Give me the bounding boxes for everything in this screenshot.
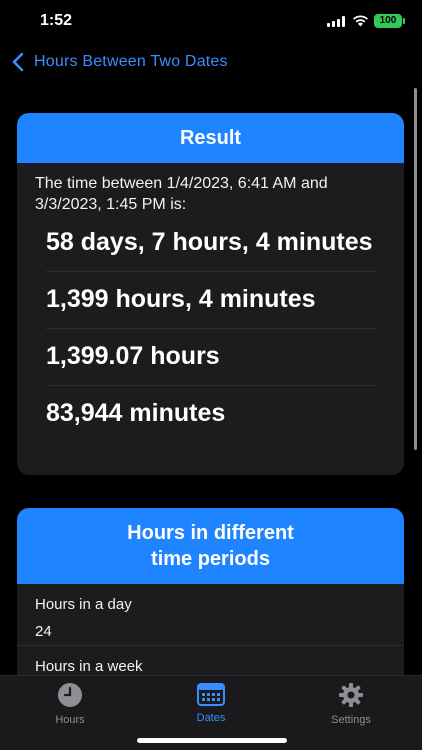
tab-hours-label: Hours (55, 714, 85, 726)
time-periods-header-line1: Hours in different (127, 522, 294, 544)
period-label: Hours in a day (35, 596, 132, 613)
result-header: Result (17, 113, 404, 163)
time-periods-header: Hours in different time periods (17, 508, 404, 584)
home-indicator[interactable] (137, 738, 287, 743)
period-row-day: Hours in a day 24 (17, 584, 404, 646)
status-time: 1:52 (40, 12, 73, 29)
period-label: Hours in a week (35, 658, 143, 675)
back-chevron-icon[interactable] (10, 52, 28, 72)
clock-icon (58, 683, 82, 707)
cellular-signal-icon (327, 16, 345, 27)
period-value: 24 (35, 623, 52, 640)
tab-dates[interactable]: Dates (161, 682, 261, 724)
time-periods-header-line2: time periods (151, 548, 270, 570)
wifi-icon (353, 15, 368, 27)
result-card: Result The time between 1/4/2023, 6:41 A… (17, 113, 404, 475)
navigation-bar: Hours Between Two Dates (0, 44, 422, 80)
status-bar: 1:52 100 (0, 0, 422, 44)
result-hours-minutes: 1,399 hours, 4 minutes (46, 284, 376, 329)
tab-hours[interactable]: Hours (20, 682, 120, 726)
tab-settings-label: Settings (331, 714, 371, 726)
scroll-indicator[interactable] (414, 88, 417, 450)
result-days-hours-minutes: 58 days, 7 hours, 4 minutes (46, 227, 376, 272)
back-button-title[interactable]: Hours Between Two Dates (34, 53, 228, 71)
result-decimal-hours: 1,399.07 hours (46, 341, 376, 386)
result-minutes: 83,944 minutes (46, 399, 226, 427)
gear-icon (339, 683, 363, 707)
calendar-icon (197, 683, 225, 706)
battery-icon: 100 (374, 14, 405, 28)
result-intro-text: The time between 1/4/2023, 6:41 AM and 3… (35, 175, 328, 213)
result-list: 58 days, 7 hours, 4 minutes 1,399 hours,… (17, 227, 404, 442)
tab-dates-label: Dates (196, 712, 226, 724)
tab-settings[interactable]: Settings (301, 682, 401, 726)
